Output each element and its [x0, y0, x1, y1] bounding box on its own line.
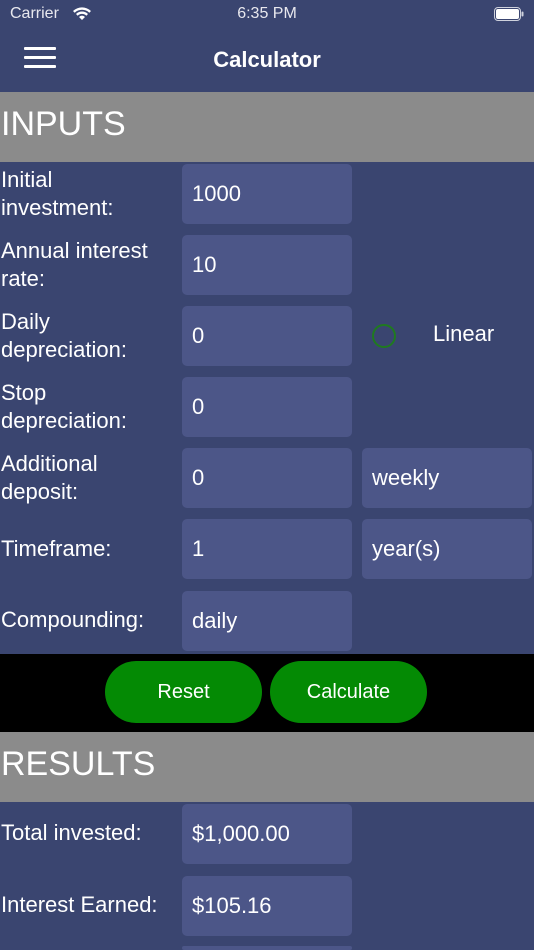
navigation-bar: Calculator — [0, 30, 534, 92]
timeframe-unit-field[interactable]: year(s) — [362, 519, 532, 579]
annual-interest-rate-field[interactable]: 10 — [182, 235, 352, 295]
results-header-label: RESULTS — [1, 745, 156, 783]
initial-investment-field[interactable]: 1000 — [182, 164, 352, 224]
total-invested-value: $1,000.00 — [182, 804, 352, 864]
stop-depreciation-field[interactable]: 0 — [182, 377, 352, 437]
radio-unselected-icon — [372, 324, 396, 348]
interest-earned-label: Interest Earned: — [1, 892, 158, 917]
linear-radio-button[interactable] — [372, 324, 396, 348]
additional-deposit-field[interactable]: 0 — [182, 448, 352, 508]
deposit-frequency-field[interactable]: weekly — [362, 448, 532, 508]
total-invested-label: Total invested: — [1, 820, 142, 845]
annual-interest-rate-label: Annual interest rate: — [1, 238, 148, 291]
status-time: 6:35 PM — [237, 5, 297, 22]
interest-earned-value: $105.16 — [182, 876, 352, 936]
stop-depreciation-label: Stop depreciation: — [1, 380, 127, 433]
button-bar — [0, 654, 534, 732]
initial-investment-label: Initial investment: — [1, 167, 114, 220]
page-title: Calculator — [213, 47, 321, 72]
reset-button[interactable]: Reset — [105, 661, 262, 723]
linear-option-label: Linear — [433, 321, 495, 346]
inputs-section-header: INPUTS — [0, 92, 534, 162]
compounding-label: Compounding: — [1, 607, 145, 632]
status-bar: Carrier 6:35 PM — [0, 0, 534, 30]
inputs-header-label: INPUTS — [1, 105, 126, 143]
daily-depreciation-field[interactable]: 0 — [182, 306, 352, 366]
compounding-field[interactable]: daily — [182, 591, 352, 651]
battery-icon — [494, 7, 524, 21]
next-result-field — [182, 946, 352, 950]
timeframe-label: Timeframe: — [1, 536, 112, 561]
additional-deposit-label: Additional deposit: — [1, 451, 98, 504]
results-section-header: RESULTS — [0, 732, 534, 802]
daily-depreciation-label: Daily depreciation: — [1, 309, 127, 362]
timeframe-field[interactable]: 1 — [182, 519, 352, 579]
calculate-button[interactable]: Calculate — [270, 661, 427, 723]
